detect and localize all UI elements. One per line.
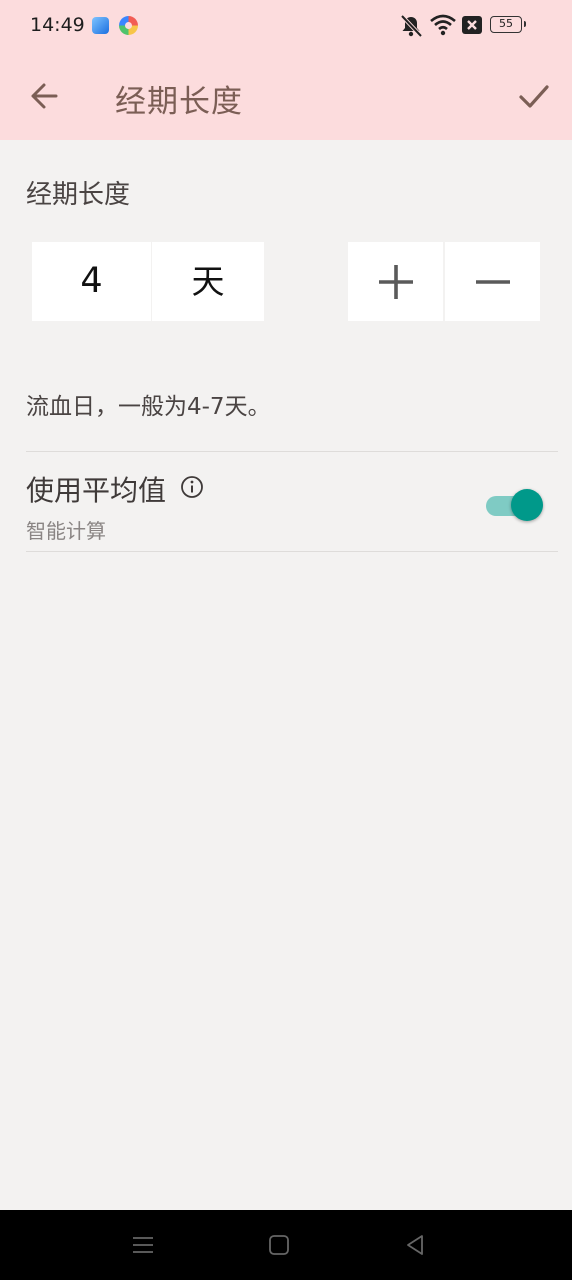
plus-icon <box>378 264 413 299</box>
bell-muted-icon <box>400 14 423 38</box>
decrement-button[interactable] <box>445 242 540 321</box>
app-icon-colorful <box>119 16 138 35</box>
setting-title: 使用平均值 <box>26 474 167 507</box>
check-icon <box>519 85 549 108</box>
back-triangle-icon[interactable] <box>400 1230 430 1260</box>
battery-icon: 55 <box>490 16 526 33</box>
wifi-icon <box>430 14 456 36</box>
section-title: 经期长度 <box>26 180 131 210</box>
period-length-unit: 天 <box>152 242 264 321</box>
use-average-setting[interactable]: 使用平均值 智能计算 <box>0 453 572 551</box>
divider <box>26 451 558 452</box>
confirm-button[interactable] <box>510 74 558 118</box>
setting-subtitle: 智能计算 <box>26 519 106 543</box>
period-length-hint: 流血日，一般为4-7天。 <box>26 394 271 420</box>
back-button[interactable] <box>20 74 68 118</box>
use-average-toggle[interactable] <box>484 488 546 522</box>
divider <box>26 551 558 552</box>
app-bar: 经期长度 <box>0 52 572 140</box>
toggle-thumb <box>511 489 543 521</box>
increment-button[interactable] <box>348 242 443 321</box>
arrow-left-icon <box>31 83 58 109</box>
app-icon-blue <box>92 17 109 34</box>
menu-icon[interactable] <box>128 1230 158 1260</box>
period-length-value[interactable]: 4 <box>32 242 151 321</box>
page-title: 经期长度 <box>115 84 243 120</box>
sim-x-icon <box>462 16 482 34</box>
home-icon[interactable] <box>264 1230 294 1260</box>
info-icon[interactable] <box>180 475 204 499</box>
status-time: 14:49 <box>30 14 85 36</box>
system-nav-bar <box>0 1210 572 1280</box>
status-bar: 14:49 55 <box>0 0 572 52</box>
minus-icon <box>475 279 510 284</box>
